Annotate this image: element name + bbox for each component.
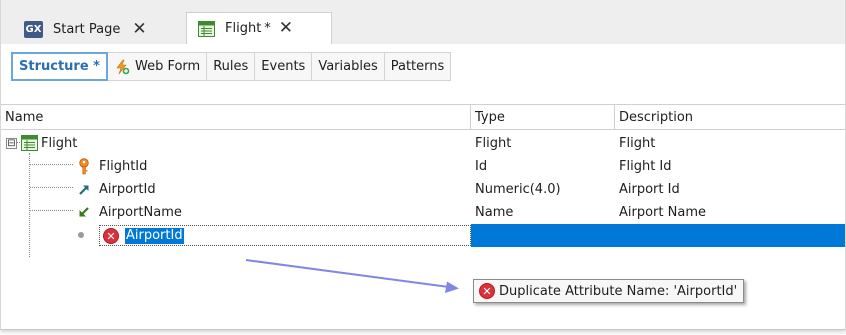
column-header-name[interactable]: Name	[1, 105, 471, 130]
designer-window: GX Start Page ✕ Flight * ✕ Structure * W…	[0, 0, 846, 330]
tab-structure-label: Structure *	[19, 59, 100, 74]
table-row[interactable]: ⊟ Flight Flight Flight	[1, 132, 845, 155]
tab-variables-label: Variables	[318, 59, 378, 74]
tab-start-page-label: Start Page	[53, 21, 121, 37]
designer-tab-bar: Structure * Web Form Rules Events Variab…	[1, 44, 845, 96]
key-icon	[76, 158, 92, 175]
collapse-icon[interactable]: ⊟	[6, 138, 17, 149]
row-description: Airport Id	[619, 182, 680, 197]
row-description: Flight	[619, 136, 656, 151]
row-name: AirportId	[99, 182, 156, 197]
row-type: Numeric(4.0)	[475, 182, 561, 197]
close-icon[interactable]: ✕	[132, 20, 146, 38]
grid-header: Name Type Description	[1, 104, 845, 130]
tab-rules-label: Rules	[213, 59, 249, 74]
error-icon: ✕	[103, 228, 119, 244]
tab-patterns[interactable]: Patterns	[385, 53, 451, 80]
row-type: Id	[475, 159, 488, 174]
row-selection-highlight	[471, 224, 845, 247]
tab-rules[interactable]: Rules	[207, 53, 256, 80]
tab-web-form[interactable]: Web Form	[108, 53, 208, 80]
table-row[interactable]: FlightId Id Flight Id	[1, 155, 845, 178]
name-edit-text: AirportId	[125, 228, 184, 244]
row-name: Flight	[41, 136, 78, 151]
row-type: Flight	[475, 136, 512, 151]
modified-indicator: *	[264, 21, 271, 36]
table-row[interactable]: AirportId Numeric(4.0) Airport Id	[1, 178, 845, 201]
column-header-description[interactable]: Description	[615, 105, 845, 130]
error-tooltip-text: Duplicate Attribute Name: 'AirportId'	[499, 283, 738, 299]
column-header-type[interactable]: Type	[471, 105, 615, 130]
inferred-arrow-icon	[77, 205, 93, 221]
close-icon[interactable]: ✕	[279, 20, 293, 37]
web-form-icon	[114, 59, 130, 75]
row-name: FlightId	[99, 159, 148, 174]
tab-start-page[interactable]: GX Start Page ✕	[1, 14, 184, 44]
name-edit-field[interactable]: ✕ AirportId	[99, 225, 471, 246]
error-icon: ✕	[479, 283, 495, 299]
foreign-key-arrow-icon	[77, 182, 93, 198]
tab-flight[interactable]: Flight * ✕	[186, 12, 332, 44]
row-name: AirportName	[99, 205, 182, 220]
tab-variables[interactable]: Variables	[312, 53, 385, 80]
row-bullet	[78, 232, 84, 238]
tab-flight-label: Flight	[225, 21, 262, 36]
document-tab-strip: GX Start Page ✕ Flight * ✕	[1, 0, 845, 44]
genexus-logo-icon: GX	[24, 20, 43, 38]
transaction-icon	[21, 135, 38, 151]
tab-web-form-label: Web Form	[134, 59, 201, 74]
error-tooltip: ✕ Duplicate Attribute Name: 'AirportId'	[473, 279, 745, 303]
row-description: Flight Id	[619, 159, 672, 174]
tab-structure[interactable]: Structure *	[11, 52, 108, 81]
tab-patterns-label: Patterns	[390, 59, 445, 74]
row-description: Airport Name	[619, 205, 706, 220]
row-type: Name	[475, 205, 514, 220]
tab-events[interactable]: Events	[255, 53, 313, 80]
tab-events-label: Events	[261, 59, 306, 74]
table-row-editing[interactable]: ✕ AirportId	[1, 224, 845, 247]
transaction-icon	[198, 20, 215, 37]
table-row[interactable]: AirportName Name Airport Name	[1, 201, 845, 224]
